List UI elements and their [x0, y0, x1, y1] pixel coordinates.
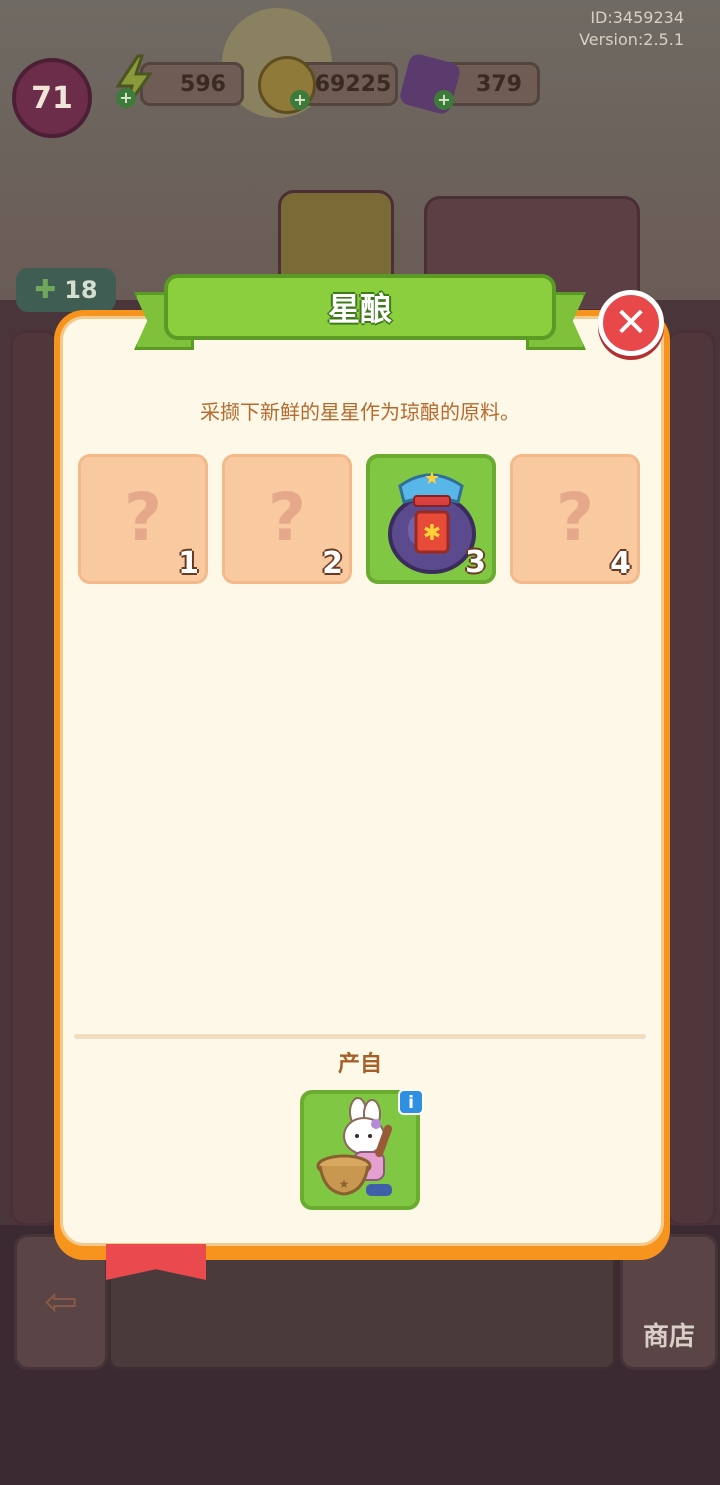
- add-coins-icon[interactable]: +: [290, 90, 310, 110]
- banner-ribbon: 星酿: [164, 274, 556, 340]
- slot-number: 3: [465, 545, 486, 580]
- close-button[interactable]: ✕: [598, 290, 664, 356]
- source-label: 产自: [337, 1052, 382, 1077]
- slot-number: 4: [610, 546, 631, 581]
- player-id: ID:3459234: [590, 8, 684, 27]
- section-divider: [74, 1034, 646, 1039]
- coin-value: 69225: [314, 71, 392, 97]
- player-level[interactable]: 71: [12, 58, 92, 138]
- unknown-item-icon: ?: [267, 479, 307, 556]
- info-icon[interactable]: i: [398, 1089, 424, 1115]
- unknown-item-icon: ?: [555, 479, 595, 556]
- svg-text:✱: ✱: [423, 521, 441, 546]
- version-label: Version:2.5.1: [579, 30, 684, 49]
- slot-number: 1: [178, 546, 199, 581]
- board-frame-right: [666, 330, 716, 1226]
- clover-icon: ✚: [34, 275, 57, 305]
- shop-label: 商店: [642, 1322, 695, 1352]
- collection-count: 18: [64, 276, 98, 304]
- add-gems-icon[interactable]: +: [434, 90, 454, 110]
- evolution-slot-1[interactable]: ? 1: [78, 454, 208, 584]
- gem-value: 379: [476, 71, 522, 97]
- level-number: 71: [31, 80, 73, 116]
- dialog-title: 星酿: [327, 290, 392, 328]
- energy-value: 596: [180, 71, 226, 97]
- add-energy-icon[interactable]: +: [116, 88, 136, 108]
- close-icon: ✕: [614, 300, 648, 346]
- item-description: 采撷下新鲜的星星作为琼酿的原料。: [200, 400, 520, 424]
- dialog-title-banner: 星酿: [134, 272, 586, 362]
- svg-text:★: ★: [339, 1177, 350, 1191]
- evolution-slot-4[interactable]: ? 4: [510, 454, 640, 584]
- collection-badge[interactable]: ✚ 18: [16, 268, 116, 312]
- svg-text:★: ★: [424, 468, 440, 489]
- unknown-item-icon: ?: [123, 479, 163, 556]
- evolution-slot-2[interactable]: ? 2: [222, 454, 352, 584]
- board-frame-left: [10, 330, 60, 1226]
- evolution-slot-3[interactable]: ✱ ★ 3: [366, 454, 496, 584]
- exit-icon: ⇦: [44, 1279, 78, 1325]
- slot-number: 2: [322, 546, 343, 581]
